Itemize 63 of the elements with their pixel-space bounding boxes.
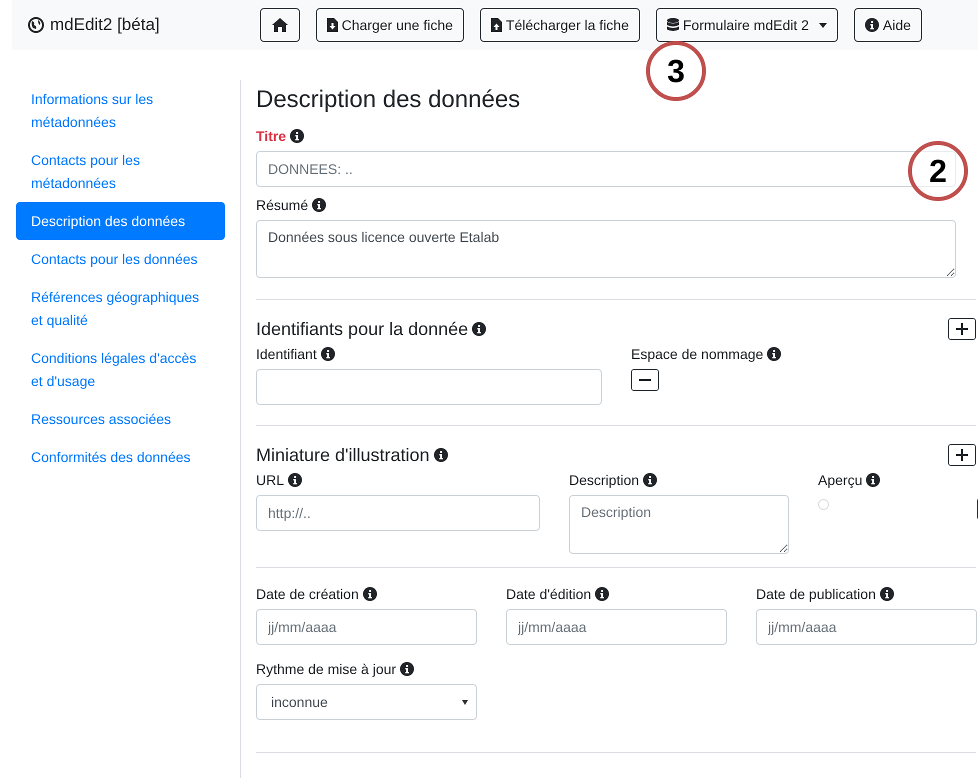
home-button[interactable]	[260, 8, 300, 42]
sidebar-item[interactable]: Références géographiques et qualité	[16, 278, 225, 339]
select-field[interactable]: inconnue	[256, 684, 477, 720]
text-area[interactable]: Données sous licence ouverte Etalab	[256, 220, 956, 278]
input-field[interactable]: jj/mm/aaaa	[756, 609, 977, 645]
sidebar-item[interactable]: Contacts pour les données	[16, 240, 225, 278]
file-download-icon	[326, 18, 338, 32]
field-label: Identifiant	[256, 345, 317, 364]
info-icon	[434, 448, 448, 462]
info-icon	[767, 347, 782, 361]
info-icon	[320, 347, 335, 361]
field-label: Date de création	[256, 585, 359, 604]
sidebar-item[interactable]: Conditions légales d'accès et d'usage	[16, 339, 225, 400]
input-field[interactable]: jj/mm/aaaa	[506, 609, 727, 645]
info-icon	[290, 129, 304, 143]
field-label: Aperçu	[818, 471, 862, 490]
info-icon	[362, 587, 377, 601]
section-heading: Identifiants pour la donnée	[256, 318, 468, 340]
text-area[interactable]: Description	[569, 495, 789, 554]
download-file-button[interactable]: Télécharger la fiche	[480, 8, 640, 42]
info-icon	[866, 473, 880, 487]
field-label: Résumé	[256, 196, 308, 215]
sidebar-item[interactable]: Conformités des données	[16, 438, 225, 476]
field-label: Description	[569, 471, 640, 490]
sidebar-item[interactable]: Description des données	[16, 202, 225, 240]
sidebar-item[interactable]: Contacts pour les métadonnées	[16, 141, 225, 202]
input-field[interactable]: jj/mm/aaaa	[256, 609, 477, 645]
minus-icon	[639, 379, 651, 381]
sidebar-item[interactable]: Informations sur les métadonnées	[16, 80, 225, 141]
field-label: URL	[256, 471, 284, 490]
input-field[interactable]	[256, 369, 602, 405]
info-icon	[643, 473, 658, 487]
add-button[interactable]	[948, 318, 976, 340]
page-heading: Description des données	[256, 85, 522, 115]
input-field[interactable]: http://..	[256, 495, 540, 531]
plus-icon	[956, 449, 968, 461]
sidebar-item[interactable]: Ressources associées	[16, 400, 225, 438]
load-file-button[interactable]: Charger une fiche	[316, 8, 464, 42]
info-icon	[472, 322, 486, 336]
help-button[interactable]: Aide	[854, 8, 922, 42]
info-icon	[312, 198, 326, 212]
callout-number: 3	[646, 41, 706, 101]
field-label: Titre	[256, 127, 286, 146]
info-icon	[880, 587, 894, 601]
callout-number: 2	[908, 141, 968, 201]
info-icon	[288, 473, 302, 487]
field-label: Rythme de mise à jour	[256, 660, 396, 679]
form-dropdown-button[interactable]: Formulaire mdEdit 2	[656, 8, 838, 42]
file-upload-icon	[490, 18, 502, 32]
info-icon	[864, 18, 879, 32]
section-heading: Miniature d'illustration	[256, 444, 430, 466]
plus-icon	[956, 323, 968, 335]
preview-placeholder	[818, 499, 829, 510]
globe-icon	[28, 17, 44, 33]
field-label: Espace de nommage	[631, 345, 764, 364]
add-button[interactable]	[948, 444, 976, 466]
field-label: Date d'édition	[506, 585, 592, 604]
app-title: mdEdit2 [béta]	[50, 15, 160, 35]
field-label: Date de publication	[756, 585, 876, 604]
info-icon	[595, 587, 610, 601]
info-icon	[400, 662, 414, 676]
home-icon	[272, 18, 288, 32]
database-icon	[666, 18, 679, 32]
